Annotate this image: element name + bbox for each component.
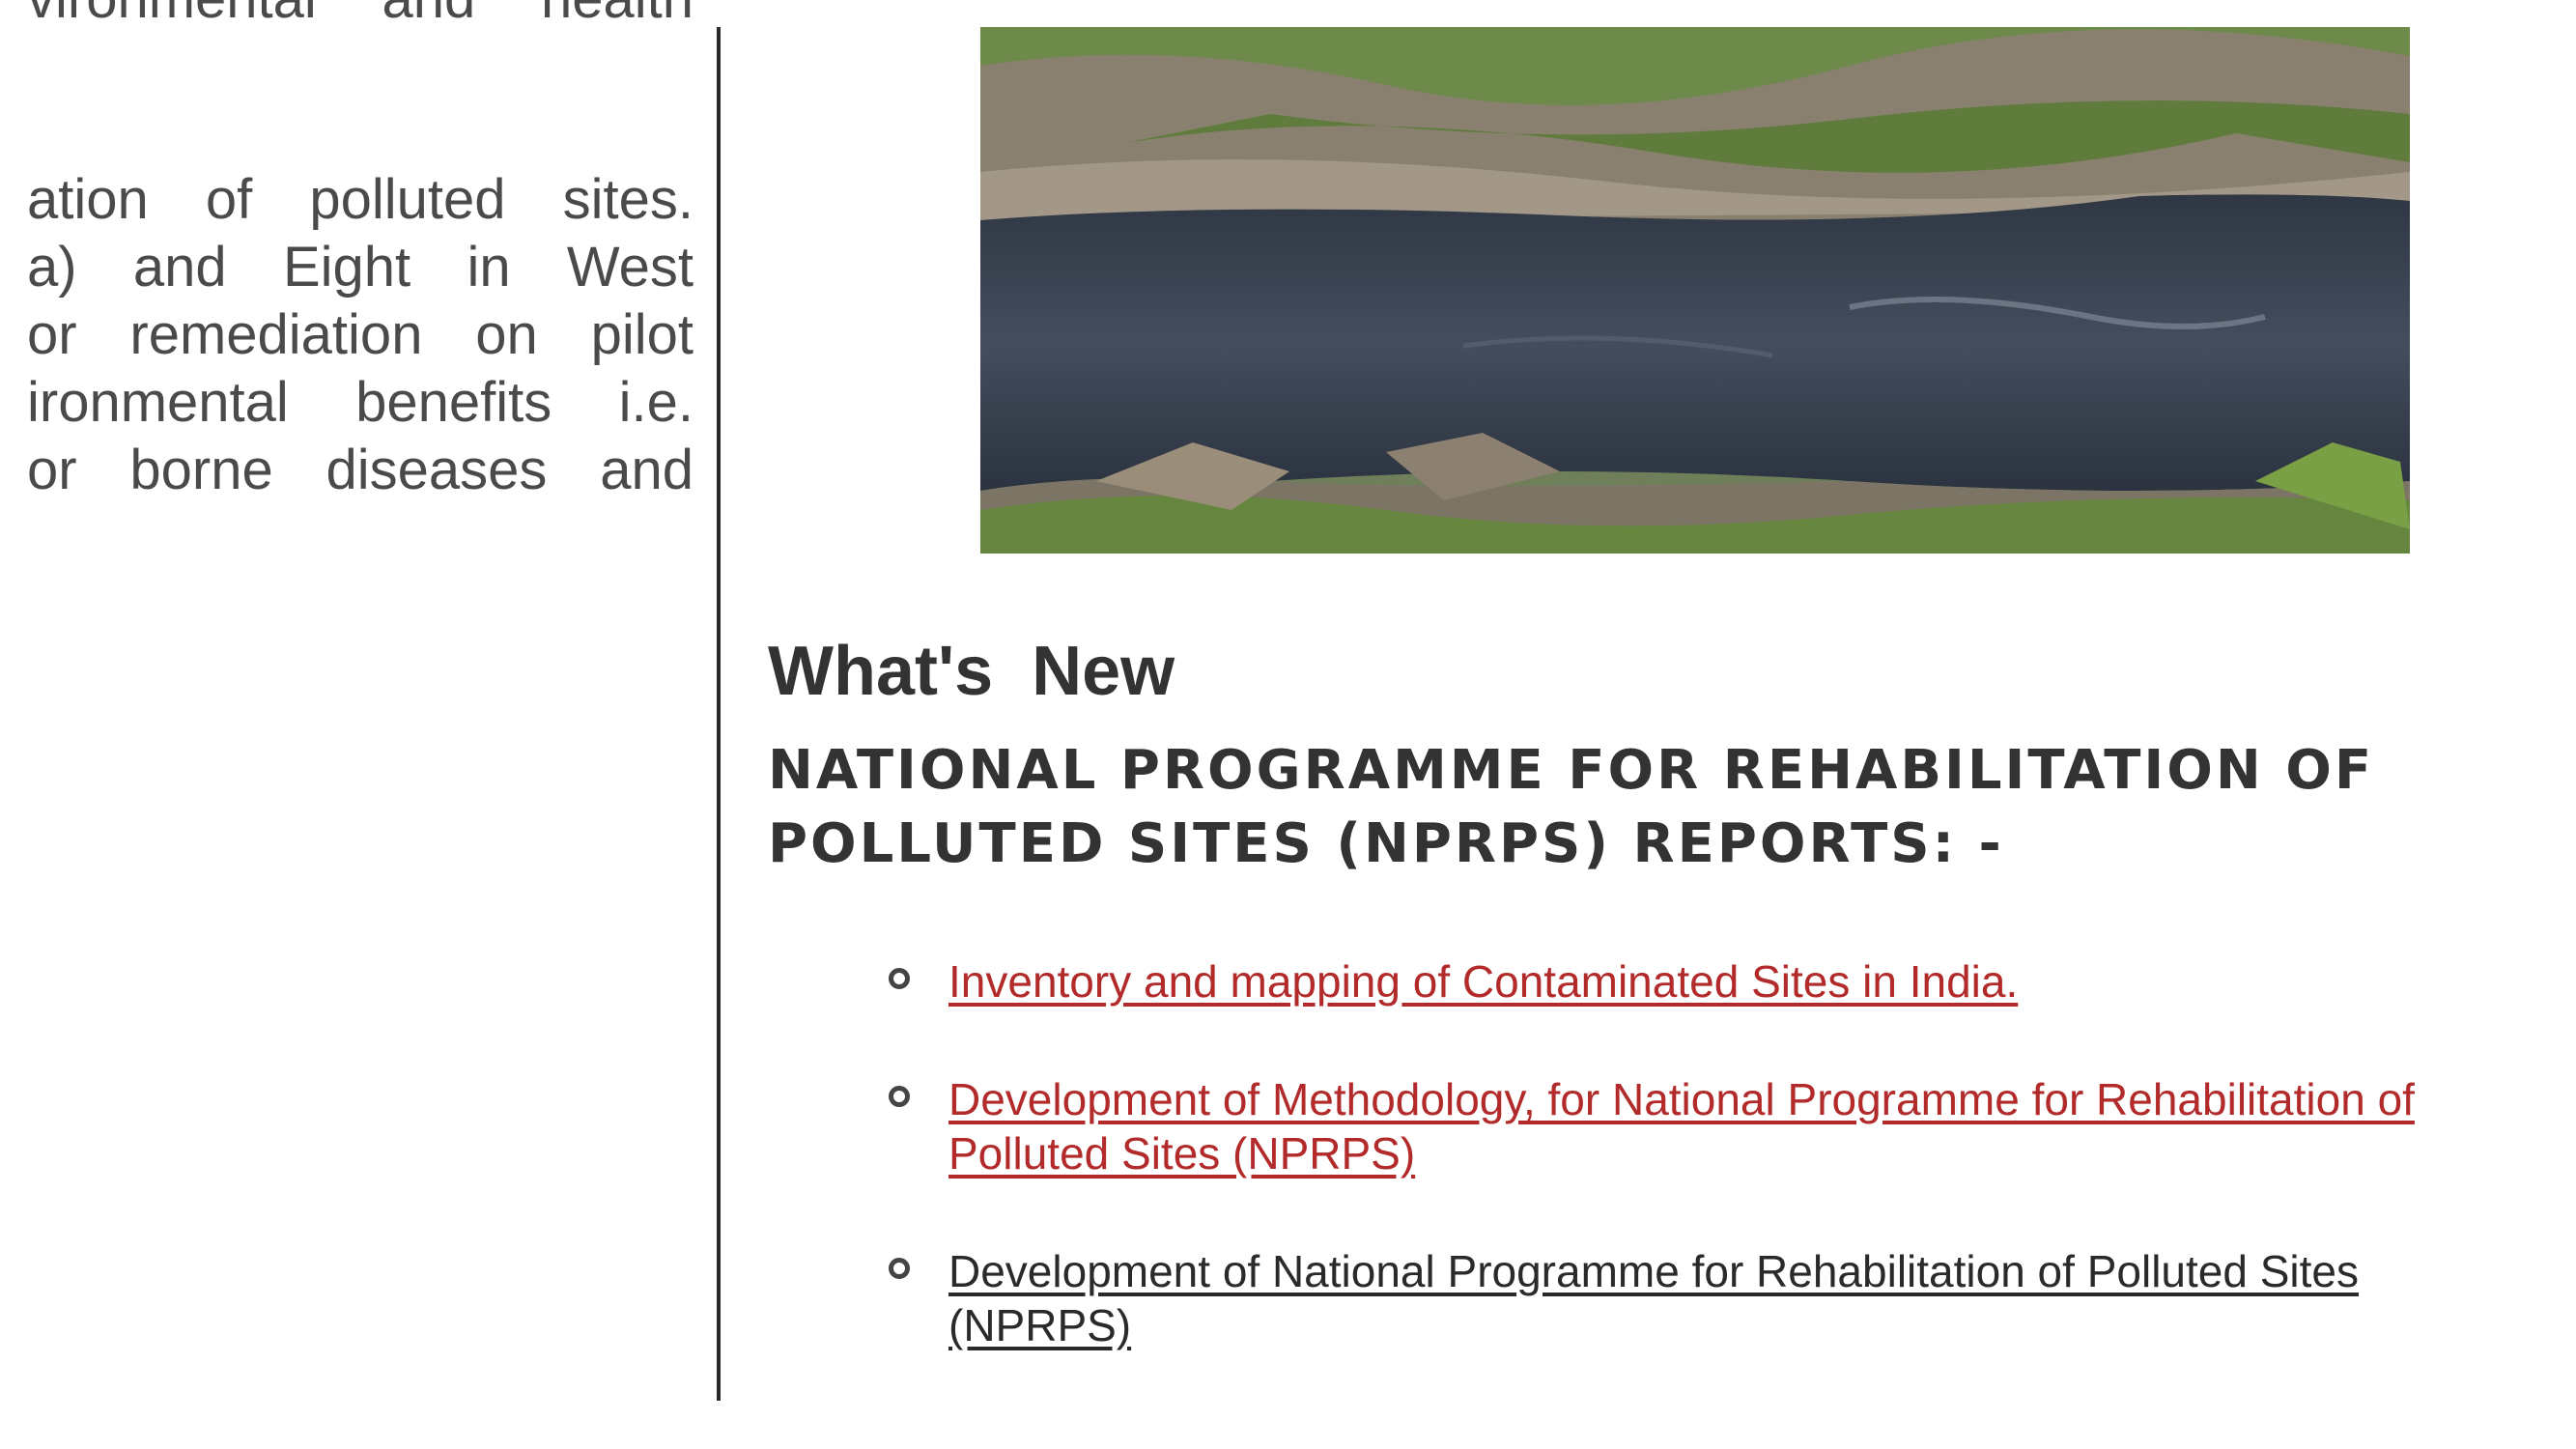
list-item: Development of National Programme for Re… — [889, 1244, 2550, 1352]
river-image — [980, 27, 2410, 554]
nprps-reports-heading: NATIONAL PROGRAMME FOR REHABILITATION OF… — [768, 739, 2375, 875]
intro-paragraph: vironmental and health ation of polluted… — [27, 0, 694, 504]
left-content-column: vironmental and health ation of polluted… — [0, 0, 715, 1401]
circle-bullet-icon — [889, 1086, 910, 1107]
column-divider — [717, 27, 721, 1401]
report-link-nprps[interactable]: Development of National Programme for Re… — [948, 1246, 2359, 1350]
whats-new-title: What's New — [768, 633, 1175, 710]
reports-list: Inventory and mapping of Contaminated Si… — [889, 954, 2550, 1352]
list-item: Development of Methodology, for National… — [889, 1072, 2550, 1180]
report-link-inventory[interactable]: Inventory and mapping of Contaminated Si… — [948, 956, 2018, 1007]
polluted-river-photo — [980, 27, 2410, 554]
intro-line: or borne diseases and — [27, 439, 694, 501]
report-link-methodology[interactable]: Development of Methodology, for National… — [948, 1074, 2415, 1179]
list-item: Inventory and mapping of Contaminated Si… — [889, 954, 2550, 1009]
intro-line: vironmental and health — [27, 0, 694, 33]
circle-bullet-icon — [889, 1258, 910, 1279]
intro-line: or remediation on pilot — [27, 303, 694, 366]
intro-line: ironmental benefits i.e. — [27, 371, 694, 434]
intro-line: ation of polluted sites. — [27, 168, 694, 231]
intro-line: a) and Eight in West — [27, 236, 694, 298]
circle-bullet-icon — [889, 968, 910, 989]
